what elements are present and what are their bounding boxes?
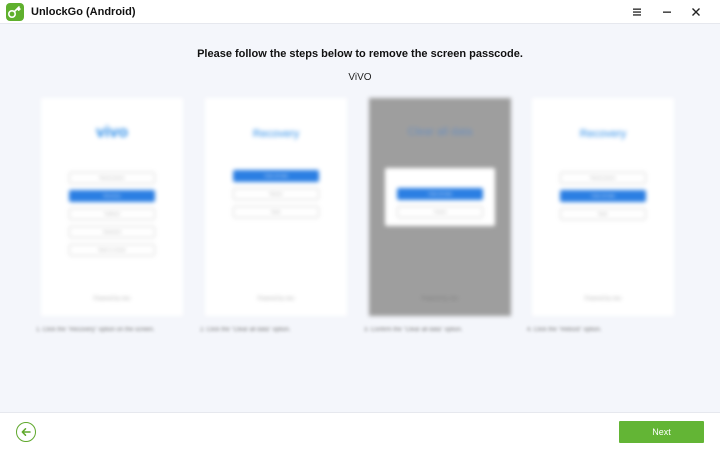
step-1-option: Reboot phone (69, 172, 155, 184)
step-4-screen-title: Recovery (579, 128, 627, 140)
step-4-screen: Recovery Reboot phone Clear all data Bac… (532, 98, 674, 316)
step-3-caption: 3. Confirm the "Clear all data" option. (364, 327, 463, 333)
menu-button[interactable] (628, 3, 646, 21)
step-1-screen-title: vivo (95, 124, 128, 141)
step-3-option: Cancel (397, 206, 483, 218)
minimize-icon (663, 11, 671, 13)
step-4-caption: 4. Click the "Reboot" option. (527, 327, 602, 333)
step-3-footer: Powered by vivo (421, 296, 459, 302)
instructions-heading: Please follow the steps below to remove … (197, 48, 523, 60)
step-2-screen-title: Recovery (252, 128, 300, 140)
step-3-screen-title: Clear all data (407, 126, 473, 138)
step-1-option: Fastboot (69, 208, 155, 220)
step-3-option-highlighted: Clear all data (397, 188, 483, 200)
step-2-footer: Powered by vivo (257, 296, 295, 302)
title-bar: UnlockGo (Android) (0, 0, 720, 24)
close-icon (692, 8, 700, 16)
step-1-option-highlighted: Recovery (69, 190, 155, 202)
menu-icon (633, 8, 641, 16)
step-2-screen: Recovery Clear all data Reboot Back Powe… (205, 98, 347, 316)
step-4-option: Back (560, 208, 646, 220)
step-2-option: Reboot (233, 188, 319, 200)
step-2-option-highlighted: Clear all data (233, 170, 319, 182)
step-4-option-highlighted: Clear all data (560, 190, 646, 202)
step-2-option: Back (233, 206, 319, 218)
step-1-option: Advanced (69, 226, 155, 238)
step-1-option: Back to normal (69, 244, 155, 256)
step-1-footer: Powered by vivo (93, 296, 131, 302)
bottom-bar: Next (0, 412, 720, 450)
back-button[interactable] (16, 422, 36, 442)
step-1-caption: 1. Click the "Recovery" option on the sc… (36, 327, 155, 333)
phone-brand-label: ViVO (348, 72, 372, 83)
next-button[interactable]: Next (619, 421, 704, 443)
back-arrow-icon (21, 428, 31, 436)
step-1-screen: vivo Reboot phone Recovery Fastboot Adva… (41, 98, 183, 316)
step-4-footer: Powered by vivo (584, 296, 622, 302)
step-3-screen: Clear all data Clear all data Cancel Pow… (369, 98, 511, 316)
close-button[interactable] (687, 3, 705, 21)
minimize-button[interactable] (658, 3, 676, 21)
step-2-caption: 2. Click the "Clear all data" option. (200, 327, 291, 333)
step-4-option: Reboot phone (560, 172, 646, 184)
app-title: UnlockGo (Android) (31, 6, 136, 18)
app-window: UnlockGo (Android) Please follow the ste… (0, 0, 720, 450)
step-3-confirm-dialog: Clear all data Cancel (385, 168, 495, 226)
unlockgo-logo-icon (6, 3, 24, 21)
